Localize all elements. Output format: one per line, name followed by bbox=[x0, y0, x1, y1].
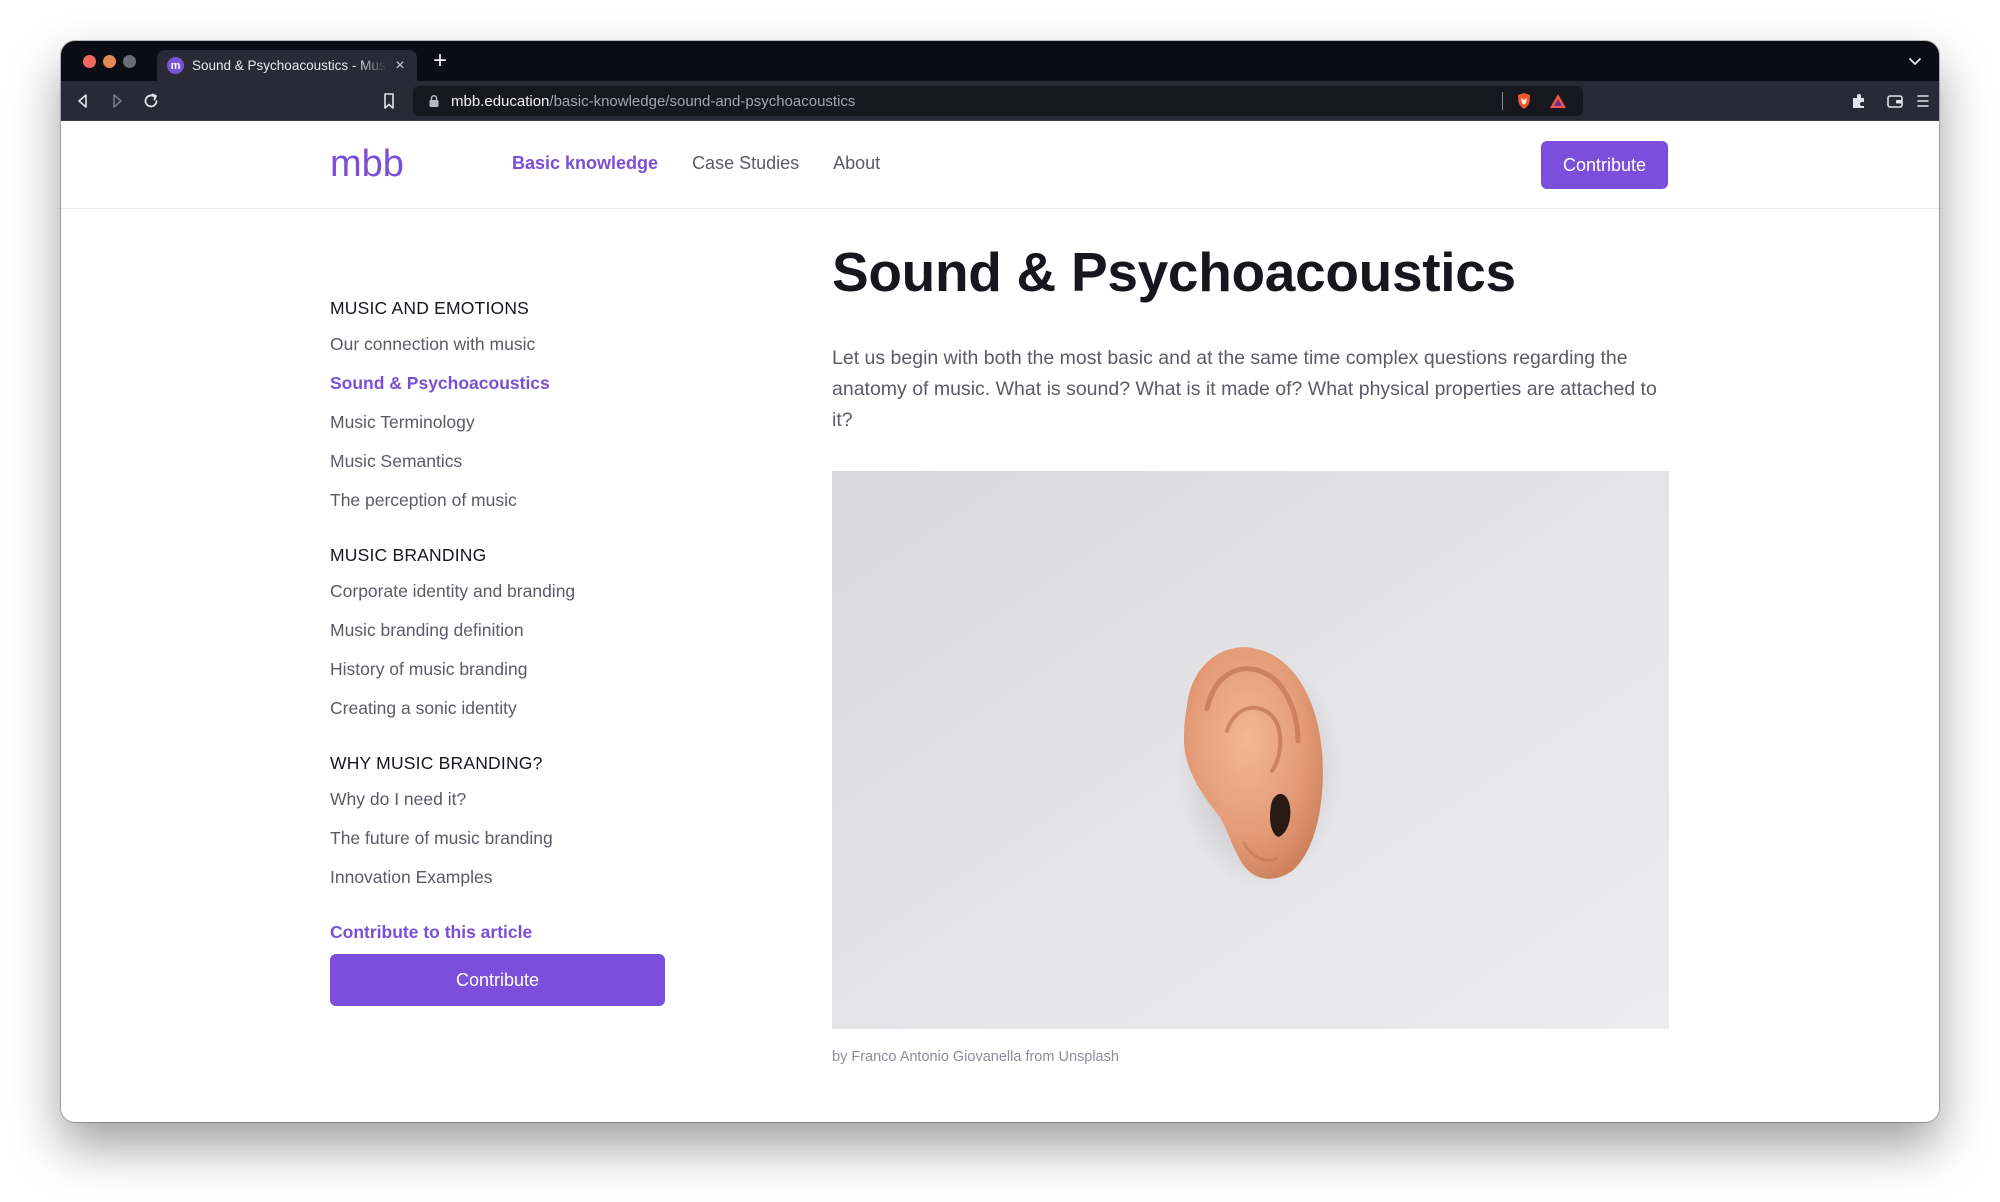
mbb-logo[interactable]: mbb bbox=[330, 144, 414, 184]
url-host: mbb.education bbox=[451, 92, 550, 110]
sidebar-section-music-branding: MUSIC BRANDING Corporate identity and br… bbox=[330, 545, 670, 736]
back-icon[interactable] bbox=[73, 91, 93, 111]
header-contribute-button[interactable]: Contribute bbox=[1541, 141, 1668, 189]
sidebar-item-history-of-music-branding[interactable]: History of music branding bbox=[330, 658, 670, 697]
close-tab-icon[interactable]: × bbox=[393, 57, 407, 73]
browser-toolbar: mbb.education/basic-knowledge/sound-and-… bbox=[61, 81, 1939, 121]
tab-bar: m Sound & Psychoacoustics - Music Brandi… bbox=[61, 41, 1939, 81]
url-divider bbox=[1502, 92, 1503, 110]
sidebar-item-sound-psychoacoustics[interactable]: Sound & Psychoacoustics bbox=[330, 372, 670, 411]
sidebar-item-future-of-music-branding[interactable]: The future of music branding bbox=[330, 827, 670, 866]
sidebar-heading: WHY MUSIC BRANDING? bbox=[330, 753, 543, 773]
extensions-icon[interactable] bbox=[1849, 91, 1869, 111]
sidebar-item-music-terminology[interactable]: Music Terminology bbox=[330, 411, 670, 450]
sidebar-heading: MUSIC BRANDING bbox=[330, 545, 487, 565]
logo-text: mbb bbox=[330, 144, 404, 184]
sidebar-contribute-button[interactable]: Contribute bbox=[330, 954, 665, 1006]
sidebar-item-why-do-i-need-it[interactable]: Why do I need it? bbox=[330, 788, 670, 827]
favicon-icon: m bbox=[167, 57, 184, 74]
web-page: mbb Basic knowledge Case Studies About C… bbox=[61, 122, 1939, 1122]
sidebar-item-innovation-examples[interactable]: Innovation Examples bbox=[330, 866, 670, 905]
brave-shields-icon[interactable] bbox=[1515, 92, 1533, 110]
browser-window: m Sound & Psychoacoustics - Music Brandi… bbox=[61, 41, 1939, 1122]
article-intro: Let us begin with both the most basic an… bbox=[832, 347, 1657, 431]
sidebar-item-corporate-identity[interactable]: Corporate identity and branding bbox=[330, 580, 670, 619]
url-path: /basic-knowledge/sound-and-psychoacousti… bbox=[549, 92, 856, 110]
lock-icon bbox=[429, 94, 439, 107]
reload-icon[interactable] bbox=[141, 91, 161, 111]
nav-case-studies[interactable]: Case Studies bbox=[692, 153, 799, 174]
sidebar-item-music-semantics[interactable]: Music Semantics bbox=[330, 450, 670, 489]
article-sidebar: MUSIC AND EMOTIONS Our connection with m… bbox=[330, 298, 670, 1006]
browser-tab[interactable]: m Sound & Psychoacoustics - Music Brandi… bbox=[157, 50, 417, 81]
new-tab-icon[interactable]: + bbox=[433, 49, 447, 73]
wallet-icon[interactable] bbox=[1885, 91, 1905, 111]
sidebar-item-creating-sonic-identity[interactable]: Creating a sonic identity bbox=[330, 697, 670, 736]
sidebar-item-music-branding-definition[interactable]: Music branding definition bbox=[330, 619, 670, 658]
close-window-button[interactable] bbox=[83, 55, 96, 68]
sidebar-section-why-music-branding: WHY MUSIC BRANDING? Why do I need it? Th… bbox=[330, 753, 670, 905]
main-nav: Basic knowledge Case Studies About bbox=[512, 153, 914, 174]
sidebar-heading: MUSIC AND EMOTIONS bbox=[330, 298, 530, 318]
forward-icon[interactable] bbox=[107, 91, 127, 111]
address-bar[interactable]: mbb.education/basic-knowledge/sound-and-… bbox=[413, 86, 1583, 116]
sidebar-section-music-and-emotions: MUSIC AND EMOTIONS Our connection with m… bbox=[330, 298, 670, 528]
article-title: Sound & Psychoacoustics bbox=[832, 241, 1516, 303]
sidebar-item-perception-of-music[interactable]: The perception of music bbox=[330, 489, 670, 528]
nav-basic-knowledge[interactable]: Basic knowledge bbox=[512, 153, 658, 174]
site-header: mbb Basic knowledge Case Studies About C… bbox=[61, 122, 1939, 209]
minimize-window-button[interactable] bbox=[103, 55, 116, 68]
contribute-to-article-link[interactable]: Contribute to this article bbox=[330, 922, 670, 943]
menu-icon[interactable] bbox=[1913, 91, 1933, 111]
image-caption: by Franco Antonio Giovanella from Unspla… bbox=[832, 1049, 1119, 1065]
nav-about[interactable]: About bbox=[833, 153, 880, 174]
tab-list-chevron-icon[interactable] bbox=[1907, 53, 1923, 69]
tab-title: Sound & Psychoacoustics - Music Branding… bbox=[192, 58, 387, 73]
ear-photo bbox=[832, 471, 1669, 1029]
maximize-window-button[interactable] bbox=[123, 55, 136, 68]
sidebar-item-our-connection-with-music[interactable]: Our connection with music bbox=[330, 333, 670, 372]
rewards-icon[interactable] bbox=[1549, 93, 1567, 109]
article-content: Sound & Psychoacoustics Let us begin wit… bbox=[832, 240, 1672, 1065]
bookmark-icon[interactable] bbox=[379, 91, 399, 111]
